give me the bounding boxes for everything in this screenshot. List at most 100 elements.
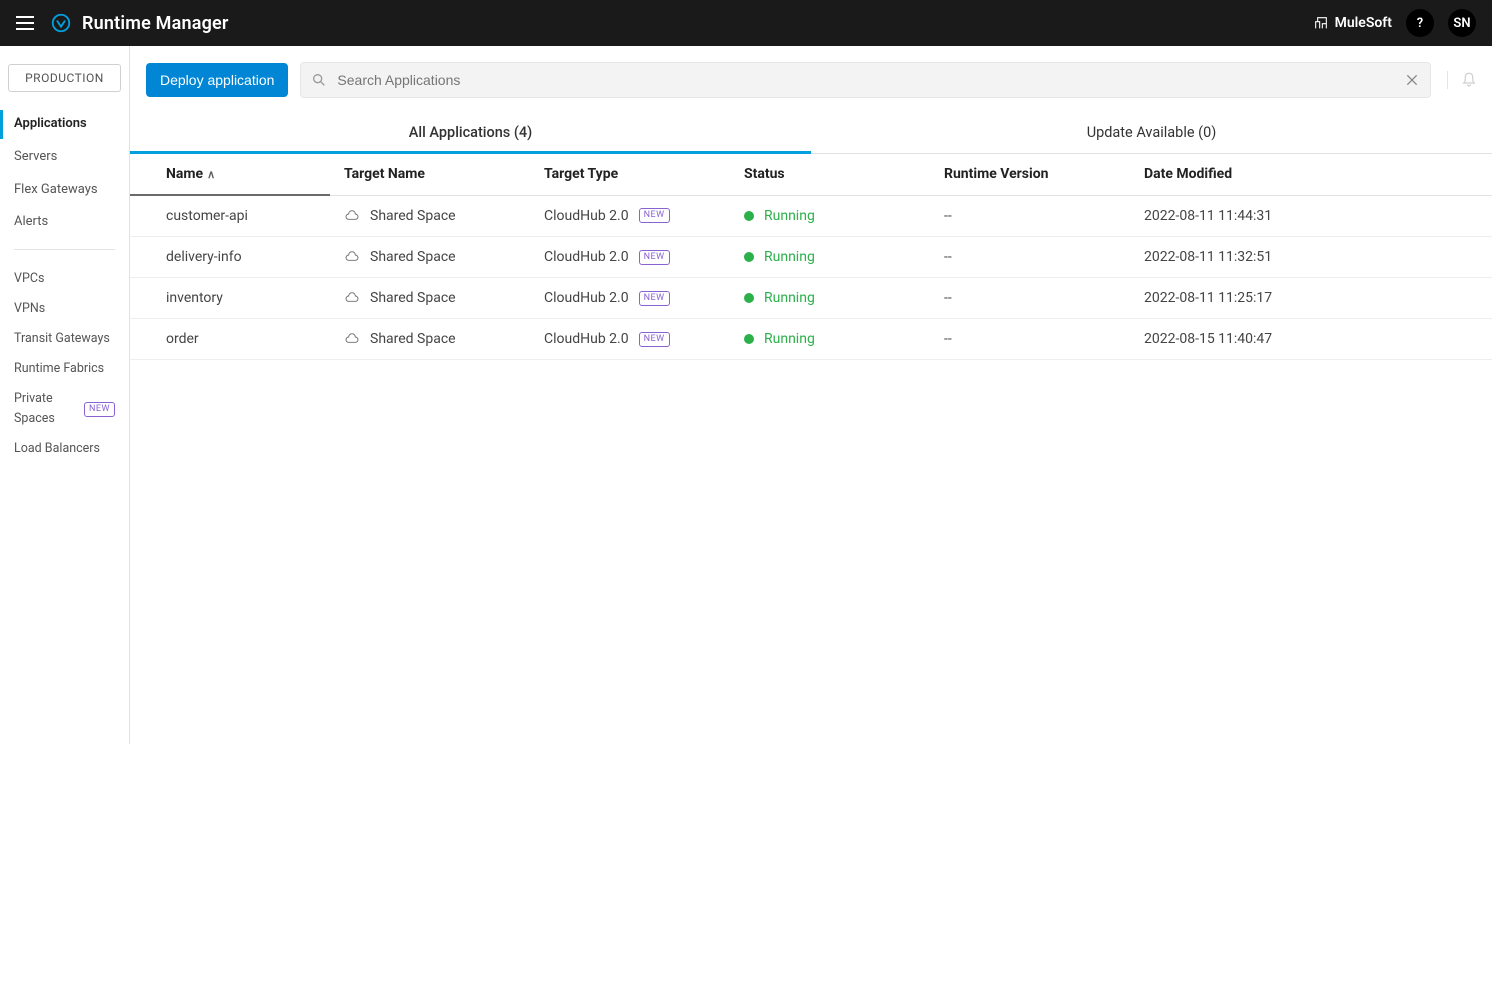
target-name: Shared Space — [370, 249, 456, 265]
status-text: Running — [764, 331, 815, 347]
status-indicator-icon — [744, 211, 754, 221]
target-type: CloudHub 2.0 — [544, 290, 629, 306]
sidebar-item-label: Private Spaces — [14, 389, 78, 429]
column-header-name[interactable]: Name ∧ — [130, 154, 330, 195]
tab-label: Update Available (0) — [1087, 124, 1217, 141]
runtime-version: -- — [944, 331, 952, 347]
target-name: Shared Space — [370, 208, 456, 224]
table-row[interactable]: order Shared Space CloudHub 2.0 NEW Running -… — [130, 319, 1492, 360]
column-header-date-modified[interactable]: Date Modified — [1130, 154, 1492, 195]
sidebar: PRODUCTION Applications Servers Flex Gatew… — [0, 46, 130, 744]
column-header-status[interactable]: Status — [730, 154, 930, 195]
new-badge: NEW — [639, 208, 670, 223]
sidebar-item-applications[interactable]: Applications — [0, 108, 129, 141]
app-title: Runtime Manager — [82, 13, 229, 34]
app-name: order — [166, 331, 199, 347]
sidebar-item-label: Flex Gateways — [14, 180, 98, 201]
tab[interactable]: All Applications (4) — [130, 114, 811, 153]
status-indicator-icon — [744, 334, 754, 344]
runtime-version: -- — [944, 208, 952, 224]
sidebar-divider — [14, 249, 115, 250]
tab-label: All Applications (4) — [409, 124, 532, 141]
sidebar-item-label: Load Balancers — [14, 439, 100, 459]
org-label: MuleSoft — [1335, 15, 1392, 31]
table-row[interactable]: delivery-info Shared Space CloudHub 2.0 NEW… — [130, 237, 1492, 278]
sidebar-item-label: Applications — [14, 114, 87, 135]
sidebar-item-label: VPCs — [14, 269, 44, 289]
table-row[interactable]: inventory Shared Space CloudHub 2.0 NEW Runn… — [130, 278, 1492, 319]
sidebar-item-runtime-fabrics[interactable]: Runtime Fabrics — [0, 354, 129, 384]
runtime-manager-logo-icon — [50, 12, 72, 34]
main-content: Deploy application All Applications (4) U… — [130, 46, 1492, 1004]
target-type: CloudHub 2.0 — [544, 331, 629, 347]
user-avatar[interactable]: SN — [1448, 9, 1476, 37]
tab[interactable]: Update Available (0) — [811, 114, 1492, 153]
new-badge: NEW — [639, 291, 670, 306]
sidebar-item-flex-gateways[interactable]: Flex Gateways — [0, 174, 129, 207]
status-text: Running — [764, 290, 815, 306]
sidebar-item-alerts[interactable]: Alerts — [0, 206, 129, 239]
deploy-application-button[interactable]: Deploy application — [146, 63, 288, 97]
help-icon: ? — [1417, 16, 1423, 31]
notifications-icon[interactable] — [1447, 71, 1478, 89]
cloud-icon — [344, 292, 360, 304]
new-badge: NEW — [639, 250, 670, 265]
target-type: CloudHub 2.0 — [544, 208, 629, 224]
help-button[interactable]: ? — [1406, 9, 1434, 37]
sidebar-item-transit-gateways[interactable]: Transit Gateways — [0, 324, 129, 354]
user-initials: SN — [1453, 16, 1470, 31]
sort-asc-icon: ∧ — [207, 168, 215, 181]
column-header-target-name[interactable]: Target Name — [330, 154, 530, 195]
column-header-runtime-version[interactable]: Runtime Version — [930, 154, 1130, 195]
sidebar-item-servers[interactable]: Servers — [0, 141, 129, 174]
sidebar-item-label: Alerts — [14, 212, 48, 233]
column-header-label: Runtime Version — [944, 166, 1048, 182]
runtime-version: -- — [944, 249, 952, 265]
hamburger-menu-icon[interactable] — [16, 16, 34, 30]
target-type: CloudHub 2.0 — [544, 249, 629, 265]
search-input[interactable] — [327, 72, 1404, 88]
column-header-label: Target Name — [344, 166, 425, 182]
status-text: Running — [764, 249, 815, 265]
org-icon — [1313, 15, 1329, 31]
column-header-label: Date Modified — [1144, 166, 1232, 182]
sidebar-item-private-spaces[interactable]: Private SpacesNEW — [0, 384, 129, 434]
date-modified: 2022-08-11 11:44:31 — [1144, 208, 1272, 224]
table-row[interactable]: customer-api Shared Space CloudHub 2.0 NEW R… — [130, 195, 1492, 237]
cloud-icon — [344, 210, 360, 222]
new-badge: NEW — [639, 332, 670, 347]
status-indicator-icon — [744, 293, 754, 303]
target-name: Shared Space — [370, 290, 456, 306]
column-header-label: Status — [744, 166, 785, 182]
sidebar-item-label: Transit Gateways — [14, 329, 110, 349]
top-header: Runtime Manager MuleSoft ? SN — [0, 0, 1492, 46]
clear-search-icon[interactable] — [1404, 72, 1420, 88]
column-header-label: Target Type — [544, 166, 618, 182]
app-name: customer-api — [166, 208, 248, 224]
status-text: Running — [764, 208, 815, 224]
search-bar[interactable] — [300, 62, 1431, 98]
status-indicator-icon — [744, 252, 754, 262]
target-name: Shared Space — [370, 331, 456, 347]
sidebar-item-label: Runtime Fabrics — [14, 359, 104, 379]
cloud-icon — [344, 251, 360, 263]
date-modified: 2022-08-15 11:40:47 — [1144, 331, 1272, 347]
date-modified: 2022-08-11 11:25:17 — [1144, 290, 1272, 306]
app-name: delivery-info — [166, 249, 242, 265]
environment-selector[interactable]: PRODUCTION — [8, 64, 121, 92]
toolbar: Deploy application — [130, 46, 1492, 114]
app-name: inventory — [166, 290, 223, 306]
column-header-label: Name — [166, 166, 203, 182]
tabs: All Applications (4) Update Available (0) — [130, 114, 1492, 154]
search-icon — [311, 72, 327, 88]
sidebar-item-vpns[interactable]: VPNs — [0, 294, 129, 324]
cloud-icon — [344, 333, 360, 345]
column-header-target-type[interactable]: Target Type — [530, 154, 730, 195]
org-switcher[interactable]: MuleSoft — [1313, 15, 1392, 31]
sidebar-item-label: Servers — [14, 147, 57, 168]
sidebar-item-vpcs[interactable]: VPCs — [0, 264, 129, 294]
applications-table: Name ∧ Target Name Target Type Status Runtime… — [130, 154, 1492, 360]
date-modified: 2022-08-11 11:32:51 — [1144, 249, 1272, 265]
runtime-version: -- — [944, 290, 952, 306]
sidebar-item-load-balancers[interactable]: Load Balancers — [0, 434, 129, 464]
